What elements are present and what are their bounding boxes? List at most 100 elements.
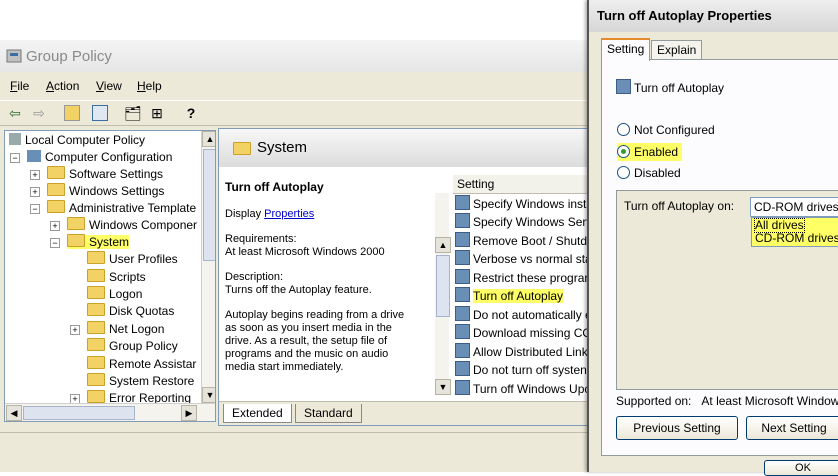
collapse-icon[interactable]: − <box>10 153 20 163</box>
option-cd-rom-drives[interactable]: CD-ROM drives <box>755 232 838 245</box>
view-tabs: Extended Standard <box>219 401 601 425</box>
tree-item-scripts[interactable]: Scripts <box>87 269 146 286</box>
back-arrow-icon[interactable]: ⇦ <box>6 104 24 122</box>
folder-icon <box>67 217 85 230</box>
list-item-turn-off-autoplay[interactable]: Turn off Autoplay <box>455 287 564 304</box>
list-item[interactable]: Download missing COI <box>455 324 595 341</box>
radio-button[interactable] <box>617 123 630 136</box>
tab-extended[interactable]: Extended <box>223 404 292 423</box>
tab-setting[interactable]: Setting <box>601 38 651 61</box>
ok-button[interactable]: OK <box>764 460 838 476</box>
scroll-down-icon[interactable]: ▼ <box>202 387 215 403</box>
list-item[interactable]: Restrict these prograr <box>455 269 588 286</box>
list-item[interactable]: Remove Boot / Shutdo <box>455 232 594 249</box>
scroll-down-icon[interactable]: ▼ <box>435 379 451 395</box>
tree-item-logon[interactable]: Logon <box>87 286 142 303</box>
tree-item-administrative-templates[interactable]: − Administrative Template <box>30 200 196 217</box>
policy-setting-icon <box>455 361 470 376</box>
autoplay-drive-select[interactable]: CD-ROM drives <box>750 197 838 217</box>
tree-item-user-profiles[interactable]: User Profiles <box>87 251 178 268</box>
expand-icon[interactable]: + <box>30 170 40 180</box>
help-icon[interactable]: ? <box>182 104 200 122</box>
scroll-thumb[interactable] <box>203 149 215 261</box>
forward-arrow-icon[interactable]: ⇨ <box>30 104 48 122</box>
column-header-setting[interactable]: Setting <box>453 175 601 194</box>
menu-file[interactable]: File <box>10 79 29 93</box>
properties-link[interactable]: Properties <box>264 208 314 220</box>
list-item[interactable]: Allow Distributed Link <box>455 343 588 360</box>
policy-name: Turn off Autoplay <box>616 79 724 95</box>
tree-item-windows-settings[interactable]: + Windows Settings <box>30 183 164 200</box>
tree-horizontal-scrollbar[interactable]: ◀ ▶ <box>5 403 215 421</box>
description-label: Description: <box>225 271 284 283</box>
previous-setting-button[interactable]: Previous Setting <box>616 416 738 440</box>
setting-panel: Turn off Autoplay Not Configured Enabled… <box>601 59 838 456</box>
scroll-thumb[interactable] <box>436 255 450 317</box>
up-folder-icon[interactable] <box>64 105 80 121</box>
tree-item-net-logon[interactable]: + Net Logon <box>70 321 164 338</box>
body-line: Autoplay begins reading from a drive <box>225 309 405 321</box>
list-item[interactable]: Turn off Windows Upc <box>455 380 590 397</box>
folder-icon <box>87 321 105 334</box>
list-item[interactable]: Specify Windows Serv <box>455 213 592 230</box>
system-highlight: System <box>67 234 130 249</box>
list-item[interactable]: Do not turn off systen <box>455 361 587 378</box>
option-label: Turn off Autoplay on: <box>624 199 735 213</box>
radio-disabled[interactable]: Disabled <box>617 165 681 181</box>
options-box: Turn off Autoplay on: CD-ROM drives All … <box>616 190 838 390</box>
menu-help[interactable]: Help <box>137 79 162 93</box>
scroll-thumb[interactable] <box>23 406 135 420</box>
properties-icon[interactable]: 🗂 <box>124 104 142 122</box>
scroll-right-icon[interactable]: ▶ <box>181 405 197 421</box>
tree-item-group-policy[interactable]: Group Policy <box>87 338 178 355</box>
folder-icon <box>87 286 105 299</box>
scroll-left-icon[interactable]: ◀ <box>6 405 22 421</box>
folder-icon <box>47 200 65 213</box>
dialog-title: Turn off Autoplay Properties <box>597 8 772 23</box>
export-list-icon[interactable]: ⊞ <box>148 104 166 122</box>
folder-icon <box>233 142 251 155</box>
tree-vertical-scrollbar[interactable]: ▲ ▼ <box>201 131 215 403</box>
scroll-up-icon[interactable]: ▲ <box>202 131 215 147</box>
tree-item-disk-quotas[interactable]: Disk Quotas <box>87 303 174 320</box>
menu-action[interactable]: Action <box>46 79 79 93</box>
menu-view[interactable]: View <box>96 79 122 93</box>
details-pane: System Turn off Autoplay Display Propert… <box>218 128 602 426</box>
expand-icon[interactable]: + <box>30 187 40 197</box>
tree-item-remote-assistance[interactable]: Remote Assistar <box>87 356 196 373</box>
tree-item-local-computer-policy[interactable]: Local Computer Policy <box>9 132 145 149</box>
toolbar: ⇦ ⇨ 🗂 ⊞ ? <box>0 100 600 126</box>
radio-button-selected[interactable] <box>617 145 630 158</box>
folder-icon <box>47 166 65 179</box>
group-policy-window: Group Policy File Action View Help ⇦ ⇨ 🗂… <box>0 40 602 472</box>
next-setting-button[interactable]: Next Setting <box>746 416 838 440</box>
supported-on: Supported on: At least Microsoft Windows <box>616 394 838 408</box>
tab-explain[interactable]: Explain <box>651 40 703 59</box>
radio-button[interactable] <box>617 166 630 179</box>
list-item[interactable]: Verbose vs normal sta <box>455 250 592 267</box>
tree-item-system[interactable]: − System <box>50 234 130 251</box>
list-item[interactable]: Specify Windows insta <box>455 195 593 212</box>
tree-item-windows-components[interactable]: + Windows Componer <box>50 217 197 234</box>
radio-enabled[interactable]: Enabled <box>617 143 683 161</box>
body-line: programs and the music on audio <box>225 348 389 360</box>
body-line: media start immediately. <box>225 361 344 373</box>
collapse-icon[interactable]: − <box>50 238 60 248</box>
policy-description: Turn off Autoplay Display Properties Req… <box>225 181 435 374</box>
tree-item-software-settings[interactable]: + Software Settings <box>30 166 163 183</box>
policy-setting-icon <box>455 324 470 339</box>
pane-header: System <box>219 129 601 167</box>
show-tree-icon[interactable] <box>92 105 108 121</box>
list-vertical-scrollbar[interactable]: ▲ ▼ <box>435 193 451 395</box>
tree-item-computer-configuration[interactable]: − Computer Configuration <box>10 149 172 166</box>
collapse-icon[interactable]: − <box>30 204 40 214</box>
tab-standard[interactable]: Standard <box>295 404 362 423</box>
policy-setting-icon <box>455 380 470 395</box>
folder-icon <box>47 183 65 196</box>
list-item[interactable]: Do not automatically e <box>455 306 592 323</box>
tree-item-system-restore[interactable]: System Restore <box>87 373 194 390</box>
expand-icon[interactable]: + <box>50 221 60 231</box>
radio-not-configured[interactable]: Not Configured <box>617 122 715 138</box>
expand-icon[interactable]: + <box>70 325 80 335</box>
scroll-up-icon[interactable]: ▲ <box>435 237 451 253</box>
